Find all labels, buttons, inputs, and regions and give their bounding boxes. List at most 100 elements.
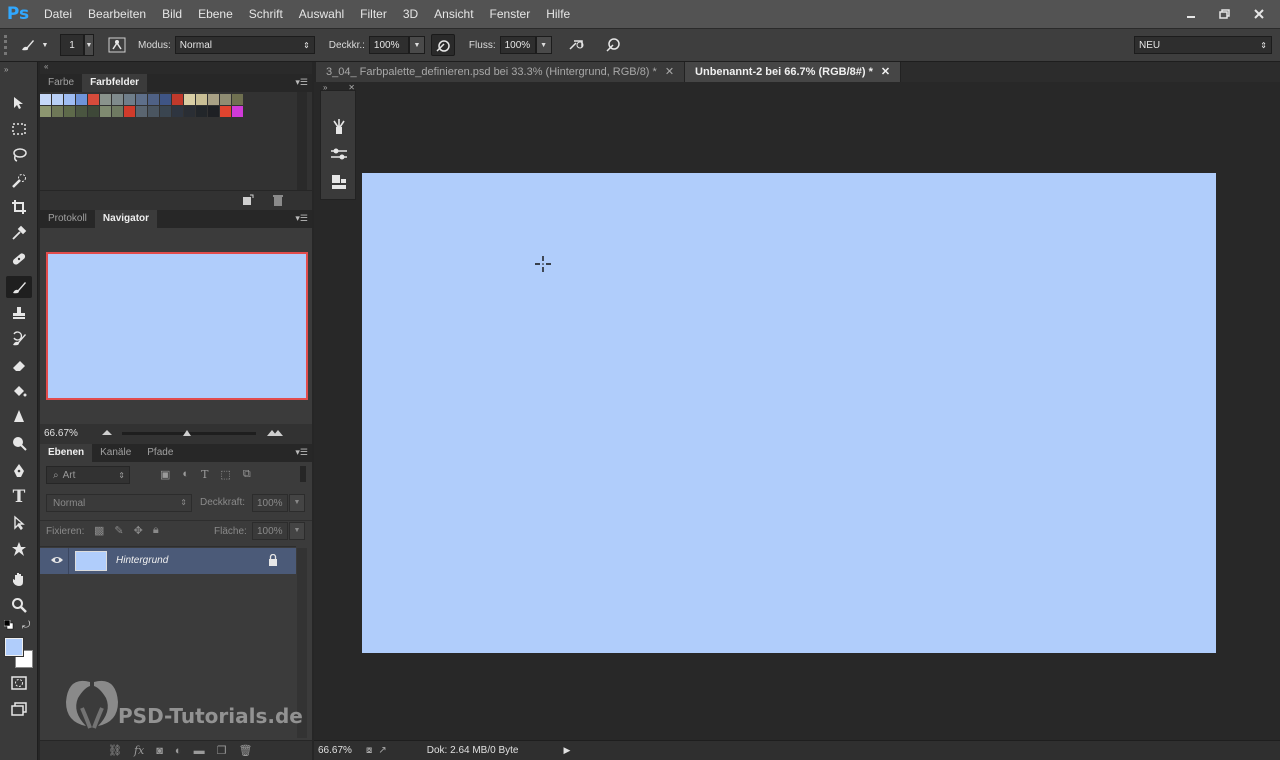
paint-bucket-tool-icon[interactable]: [6, 380, 32, 402]
menu-item-bearbeiten[interactable]: Bearbeiten: [80, 0, 154, 28]
brush-size-field[interactable]: 1: [60, 34, 84, 56]
color-swatch[interactable]: [124, 94, 135, 105]
color-swatch[interactable]: [160, 106, 171, 117]
tab-pfade[interactable]: Pfade: [139, 444, 181, 462]
menu-item-schrift[interactable]: Schrift: [241, 0, 291, 28]
eraser-tool-icon[interactable]: [6, 354, 32, 376]
screen-mode-icon[interactable]: [6, 698, 32, 720]
color-swatch[interactable]: [220, 94, 231, 105]
tab-farbfelder[interactable]: Farbfelder: [82, 74, 148, 92]
layer-name[interactable]: Hintergrund: [116, 555, 168, 566]
color-swatch[interactable]: [136, 94, 147, 105]
quick-selection-tool-icon[interactable]: [6, 170, 32, 192]
document-canvas[interactable]: [362, 173, 1216, 653]
eyedropper-tool-icon[interactable]: [6, 222, 32, 244]
brush-presets-icon[interactable]: [330, 117, 348, 138]
lock-all-icon[interactable]: 🔒︎: [153, 524, 159, 537]
type-filter-icon[interactable]: T: [201, 468, 208, 481]
link-layers-icon[interactable]: ⛓︎: [108, 744, 122, 757]
filter-toggle[interactable]: [300, 466, 306, 482]
adjustment-filter-icon[interactable]: ◐: [182, 468, 189, 481]
panel-menu-icon[interactable]: ▾☰: [295, 77, 308, 88]
trash-icon[interactable]: [272, 194, 284, 209]
layer-row[interactable]: Hintergrund: [40, 548, 296, 574]
adjustment-layer-icon[interactable]: ◐: [175, 745, 182, 757]
panel-menu-icon[interactable]: ▾☰: [295, 213, 308, 224]
color-swatch[interactable]: [100, 106, 111, 117]
color-swatch[interactable]: [64, 94, 75, 105]
lasso-tool-icon[interactable]: [6, 144, 32, 166]
eye-icon[interactable]: [50, 554, 64, 569]
color-swatch[interactable]: [208, 94, 219, 105]
tab-kanaele[interactable]: Kanäle: [92, 444, 139, 462]
expand-icon[interactable]: »: [323, 83, 327, 92]
pen-tool-icon[interactable]: [6, 460, 32, 482]
menu-item-3d[interactable]: 3D: [395, 0, 426, 28]
color-swatch[interactable]: [208, 106, 219, 117]
menu-item-ebene[interactable]: Ebene: [190, 0, 241, 28]
color-swatch[interactable]: [184, 94, 195, 105]
pressure-size-icon[interactable]: [600, 34, 626, 56]
move-tool-icon[interactable]: [6, 92, 32, 114]
mode-select[interactable]: Normal ⇕: [174, 36, 315, 54]
status-menu-arrow-icon[interactable]: ▶: [563, 745, 570, 756]
color-swatch[interactable]: [196, 106, 207, 117]
color-swatch[interactable]: [148, 106, 159, 117]
color-swatch[interactable]: [100, 94, 111, 105]
collapse-icon[interactable]: »: [4, 65, 8, 74]
new-swatch-icon[interactable]: [242, 194, 254, 209]
color-swatch[interactable]: [148, 94, 159, 105]
new-layer-icon[interactable]: ❐: [217, 744, 227, 757]
close-icon[interactable]: ✕: [881, 62, 890, 82]
layer-mask-icon[interactable]: ◙: [156, 745, 163, 757]
layer-opacity-field[interactable]: 100%: [252, 494, 288, 512]
history-brush-tool-icon[interactable]: [6, 328, 32, 350]
chevron-down-icon[interactable]: ▼: [40, 42, 50, 49]
zoom-out-icon[interactable]: [100, 427, 114, 439]
close-icon[interactable]: ✕: [348, 83, 355, 92]
workspace-select[interactable]: NEU ⇕: [1134, 36, 1272, 54]
document-tab[interactable]: 3_04_ Farbpalette_definieren.psd bei 33.…: [316, 62, 686, 82]
marquee-tool-icon[interactable]: [6, 118, 32, 140]
menu-item-filter[interactable]: Filter: [352, 0, 395, 28]
color-swatch[interactable]: [220, 106, 231, 117]
lock-transparent-icon[interactable]: ▩: [94, 524, 104, 537]
brush-preset-icon[interactable]: [14, 33, 40, 57]
color-swatch[interactable]: [232, 106, 243, 117]
collapse-icon[interactable]: «: [44, 62, 48, 71]
brush-panel-toggle-icon[interactable]: [102, 33, 132, 57]
color-swatch[interactable]: [184, 106, 195, 117]
swap-colors-icon[interactable]: ⤾: [22, 620, 30, 631]
zoom-slider-handle[interactable]: [182, 428, 192, 440]
minimize-button[interactable]: [1176, 5, 1206, 23]
color-swatch[interactable]: [40, 94, 51, 105]
foreground-color-swatch[interactable]: [4, 637, 24, 657]
layer-filter-select[interactable]: ⌕ Art ⇕: [46, 466, 130, 484]
color-swatch[interactable]: [40, 106, 51, 117]
color-swatch[interactable]: [88, 94, 99, 105]
lock-image-icon[interactable]: ✎: [114, 524, 123, 537]
color-swatch[interactable]: [52, 106, 63, 117]
lock-position-icon[interactable]: ✥: [134, 524, 143, 537]
opacity-dropdown[interactable]: ▼: [408, 36, 425, 54]
color-swatch[interactable]: [64, 106, 75, 117]
brush-tool-icon[interactable]: [6, 276, 32, 298]
color-swatch[interactable]: [76, 106, 87, 117]
flow-field[interactable]: 100%: [499, 36, 536, 54]
zoom-tool-icon[interactable]: [6, 594, 32, 616]
smart-object-filter-icon[interactable]: ⧉: [243, 468, 251, 481]
color-swatch[interactable]: [136, 106, 147, 117]
tab-protokoll[interactable]: Protokoll: [40, 210, 95, 228]
hand-tool-icon[interactable]: [6, 568, 32, 590]
fx-icon[interactable]: fx: [134, 744, 144, 757]
color-swatch[interactable]: [76, 94, 87, 105]
fill-field[interactable]: 100%: [252, 522, 288, 540]
blend-mode-select[interactable]: Normal ⇕: [46, 494, 192, 512]
default-colors-icon[interactable]: [3, 619, 14, 630]
color-swatch[interactable]: [112, 94, 123, 105]
color-swatch[interactable]: [172, 94, 183, 105]
path-selection-tool-icon[interactable]: [6, 512, 32, 534]
brush-settings-icon[interactable]: [330, 145, 348, 166]
menu-item-datei[interactable]: Datei: [36, 0, 80, 28]
color-swatch[interactable]: [172, 106, 183, 117]
